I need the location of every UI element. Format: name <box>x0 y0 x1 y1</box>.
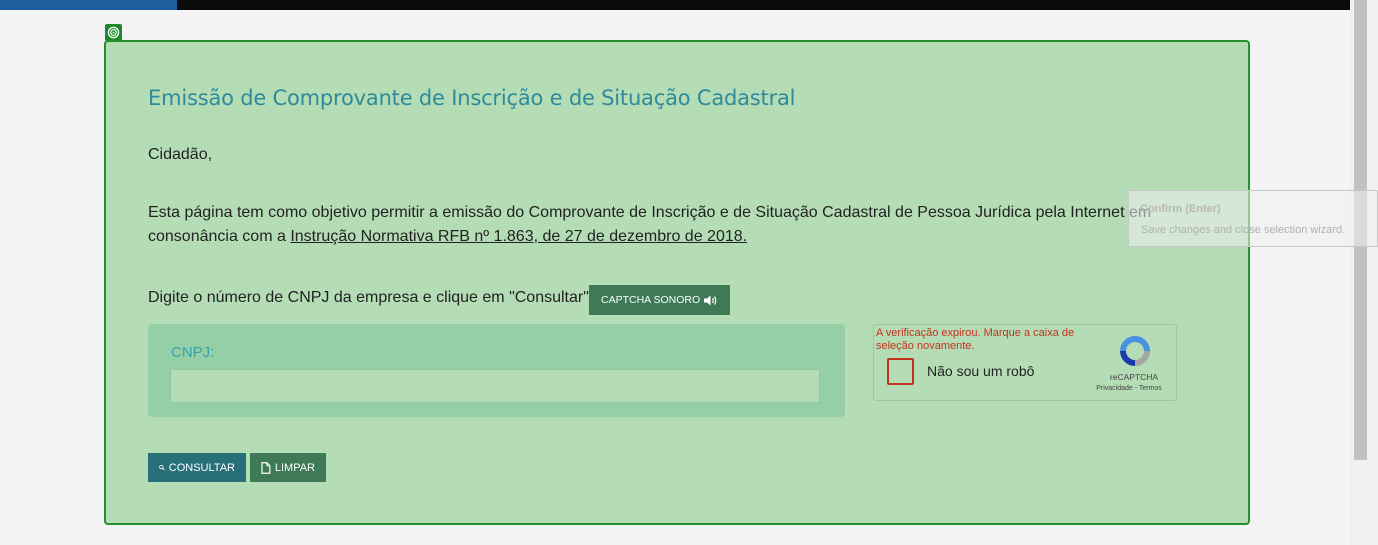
search-button[interactable]: CONSULTAR <box>148 453 246 482</box>
tooltip-title: Confirm (Enter) <box>1140 203 1221 215</box>
recaptcha-error-text: A verificação expirou. Marque a caixa de… <box>876 327 1075 352</box>
speaker-icon <box>704 295 717 305</box>
recaptcha-checkbox-label: Não sou um robô <box>927 363 1035 379</box>
search-icon <box>159 464 165 471</box>
tooltip-text: Save changes and close selection wizard. <box>1141 224 1346 236</box>
greeting-text: Cidadão, <box>148 146 213 163</box>
cnpj-form-group: CNPJ: <box>148 324 845 417</box>
target-icon[interactable] <box>105 24 122 41</box>
recaptcha-widget: A verificação expirou. Marque a caixa de… <box>873 324 1177 401</box>
main-panel: Emissão de Comprovante de Inscrição e de… <box>104 40 1250 525</box>
cnpj-input[interactable] <box>170 369 820 403</box>
top-bar-tab[interactable] <box>0 0 177 10</box>
instruction-text: Digite o número de CNPJ da empresa e cli… <box>148 289 594 306</box>
recaptcha-logo-icon <box>1120 336 1150 366</box>
audio-captcha-label: CAPTCHA SONORO <box>601 294 701 306</box>
confirm-tooltip: Confirm (Enter) Save changes and close s… <box>1128 190 1378 247</box>
recaptcha-privacy-terms[interactable]: Privacidade - Termos <box>1081 385 1177 392</box>
clear-button[interactable]: LIMPAR <box>250 453 326 482</box>
target-icon-graphic <box>107 26 120 39</box>
recaptcha-checkbox[interactable] <box>887 358 914 385</box>
page-title: Emissão de Comprovante de Inscrição e de… <box>148 86 796 110</box>
recaptcha-brand: reCAPTCHA <box>1109 372 1159 382</box>
description-text: Esta página tem como objetivo permitir a… <box>148 201 1158 249</box>
search-button-label: CONSULTAR <box>168 461 235 474</box>
browser-top-bar <box>0 0 1350 10</box>
cnpj-label: CNPJ: <box>171 344 215 361</box>
regulation-link[interactable]: Instrução Normativa RFB nº 1.863, de 27 … <box>290 228 747 245</box>
audio-captcha-button[interactable]: CAPTCHA SONORO <box>589 285 731 315</box>
document-icon <box>261 461 271 474</box>
clear-button-label: LIMPAR <box>274 461 315 474</box>
